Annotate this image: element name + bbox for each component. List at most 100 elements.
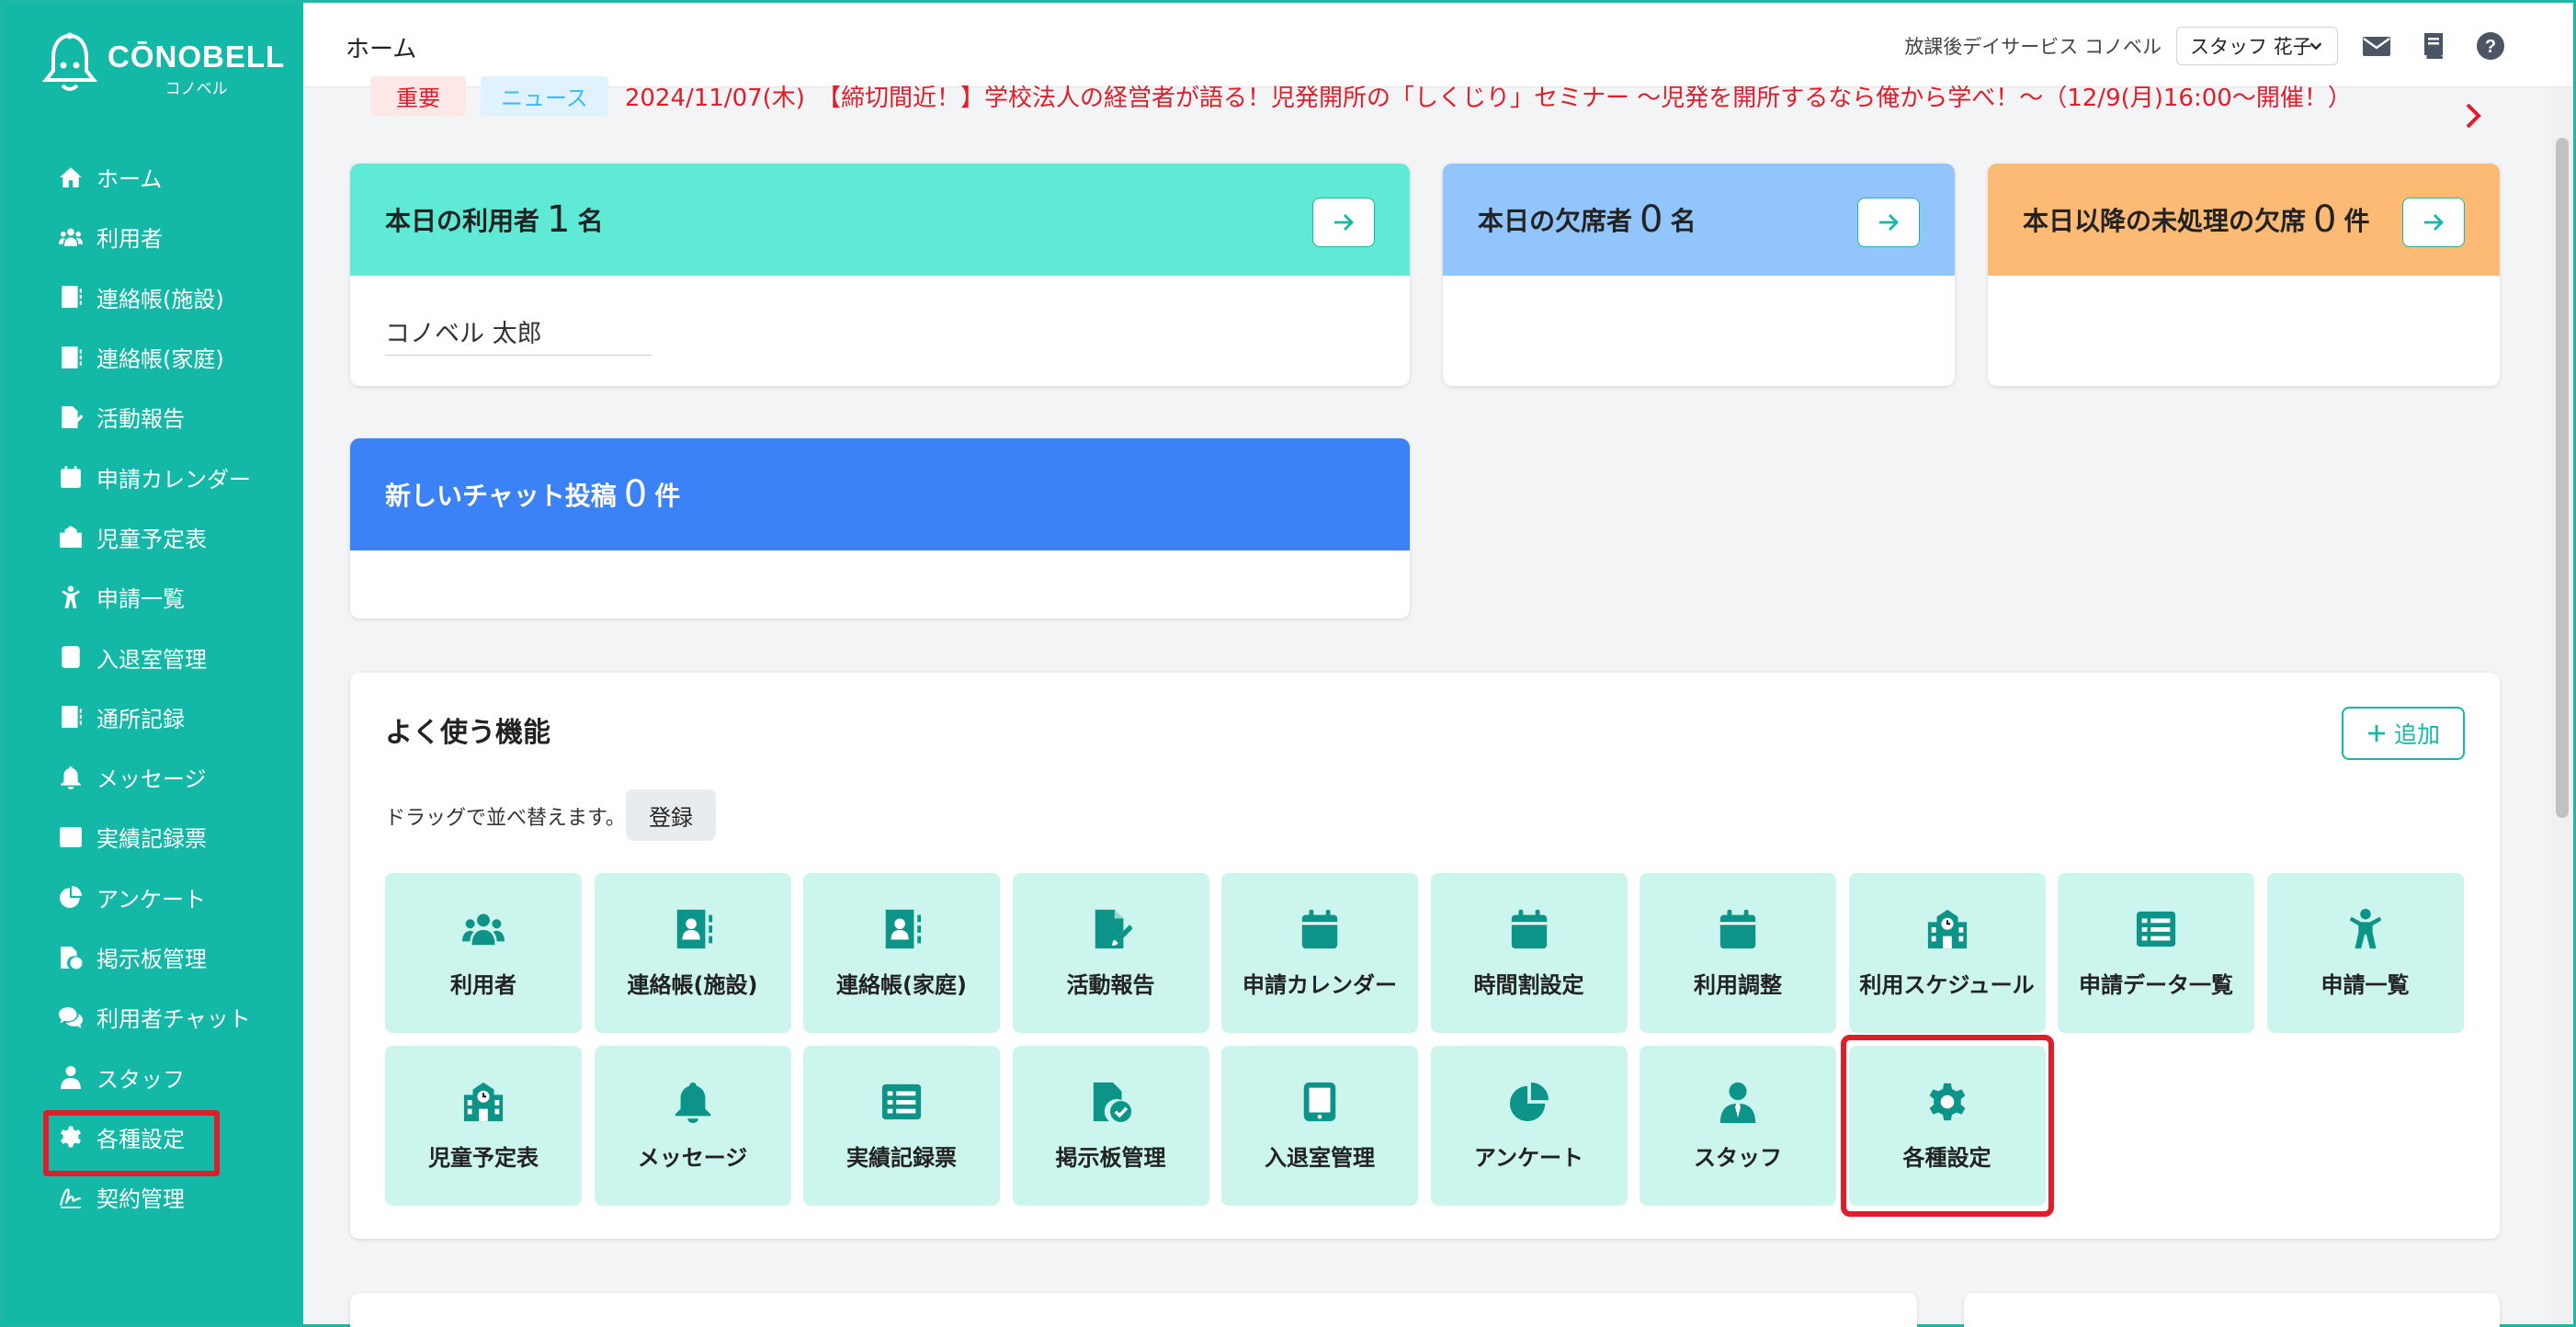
favorite-tile-label: 連絡帳(施設) [627, 971, 758, 998]
sidebar-item-12[interactable]: アンケート [3, 868, 303, 927]
calendar-icon [61, 466, 81, 489]
calendar-icon [1511, 909, 1547, 948]
staff-select-value: スタッフ 花子 [2190, 36, 2312, 58]
sidebar-item-label: 通所記録 [96, 706, 185, 732]
sidebar-item-1[interactable]: 利用者 [3, 207, 303, 267]
sidebar: CŌNOBELL コノベル ホーム 利用者 連絡帳(施設) 連絡帳(家庭) 活動報告申請… [3, 3, 303, 1324]
calendar-icon [1301, 909, 1338, 948]
users-icon [59, 228, 83, 246]
contact-book-icon [62, 706, 82, 729]
sidebar-item-icon [58, 1185, 84, 1210]
favorite-tile[interactable]: 児童予定表 [385, 1046, 582, 1206]
arrow-right-icon [1334, 214, 1354, 231]
today-absent-label: 本日の欠席者 [1478, 206, 1633, 236]
sidebar-item-label: 児童予定表 [96, 526, 207, 552]
favorite-tile[interactable]: 利用者 [385, 873, 582, 1033]
today-users-arrow-button[interactable] [1312, 198, 1375, 247]
news-ticker[interactable]: 重要 ニュース 2024/11/07(木) 【締切間近！】学校法人の経営者が語る… [370, 75, 2352, 116]
add-favorite-label: 追加 [2393, 721, 2440, 748]
sidebar-item-17[interactable]: 契約管理 [3, 1167, 303, 1227]
favorite-tile[interactable]: 申請カレンダー [1221, 873, 1418, 1033]
favorite-tile[interactable]: 申請データ一覧 [2058, 873, 2254, 1033]
favorite-tile[interactable]: 連絡帳(家庭) [803, 873, 1000, 1033]
new-chat-header[interactable]: 新しいチャット投稿 0 件 [350, 438, 1410, 550]
sidebar-item-label: 入退室管理 [96, 646, 207, 673]
today-absent-arrow-button[interactable] [1857, 198, 1920, 247]
new-chat-card: 新しいチャット投稿 0 件 [350, 438, 1410, 618]
pending-absent-card: 本日以降の未処理の欠席 0 件 [1988, 164, 2500, 386]
sidebar-item-0[interactable]: ホーム [3, 147, 303, 207]
important-badge: 重要 [370, 75, 466, 116]
users-icon [462, 913, 505, 945]
favorite-tile[interactable]: メッセージ [594, 1046, 791, 1206]
chevron-right-icon[interactable] [2461, 100, 2485, 131]
signature-icon [60, 1187, 81, 1208]
sidebar-item-4[interactable]: 活動報告 [3, 387, 303, 447]
sidebar-item-7[interactable]: 申請一覧 [3, 567, 303, 627]
favorite-tile-label: 申請データ一覧 [2079, 971, 2233, 998]
new-chat-unit: 件 [654, 481, 681, 511]
favorites-title: よく使う機能 [385, 717, 550, 749]
sidebar-item-3[interactable]: 連絡帳(家庭) [3, 327, 303, 387]
add-favorite-button[interactable]: 追加 [2342, 707, 2465, 760]
sidebar-item-6[interactable]: 児童予定表 [3, 507, 303, 567]
scrollbar-thumb[interactable] [2556, 138, 2569, 818]
favorite-tile[interactable]: 連絡帳(施設) [594, 873, 791, 1033]
favorite-tile[interactable]: 申請一覧 [2266, 873, 2464, 1033]
page-scrollbar[interactable] [2551, 87, 2573, 1324]
favorite-tile-label: 入退室管理 [1265, 1144, 1375, 1171]
pending-absent-arrow-button[interactable] [2402, 198, 2465, 247]
today-users-label: 本日の利用者 [385, 206, 540, 236]
favorite-tile[interactable]: 利用調整 [1640, 873, 1836, 1033]
sidebar-item-10[interactable]: メッセージ [3, 747, 303, 807]
new-chat-label: 新しいチャット投稿 [385, 481, 617, 511]
sidebar-item-label: アンケート [96, 886, 207, 913]
sidebar-item-icon [58, 644, 84, 670]
brand-sub: コノベル [165, 80, 228, 98]
favorite-tile-label: メッセージ [637, 1144, 748, 1171]
register-button[interactable]: 登録 [626, 789, 716, 841]
help-icon[interactable]: ? [2472, 28, 2509, 64]
mail-icon[interactable] [2358, 28, 2395, 64]
favorite-tile[interactable]: 掲示板管理 [1012, 1046, 1209, 1206]
today-absent-header: 本日の欠席者 0 名 [1443, 164, 1955, 276]
favorite-tile[interactable]: 入退室管理 [1221, 1046, 1418, 1206]
sidebar-item-5[interactable]: 申請カレンダー [3, 447, 303, 506]
brand-logo[interactable]: CŌNOBELL コノベル [41, 32, 285, 98]
tile-highlight-frame [1840, 1035, 2054, 1217]
staff-select[interactable]: スタッフ 花子 [2176, 27, 2338, 65]
manual-book-icon[interactable] [2415, 28, 2452, 64]
sidebar-item-icon [58, 404, 84, 430]
sidebar-item-8[interactable]: 入退室管理 [3, 627, 303, 686]
favorite-tile[interactable]: 時間割設定 [1430, 873, 1628, 1033]
today-absent-unit: 名 [1670, 206, 1697, 236]
news-text[interactable]: 2024/11/07(木) 【締切間近！】学校法人の経営者が語る！児発開所の「し… [625, 79, 2352, 113]
bell-icon [61, 766, 81, 789]
pie-chart-icon [1509, 1082, 1549, 1121]
pending-absent-unit: 件 [2343, 206, 2370, 236]
sidebar-item-label: 申請カレンダー [96, 466, 251, 493]
sidebar-item-15[interactable]: スタッフ [3, 1047, 303, 1106]
sidebar-item-14[interactable]: 利用者チャット [3, 987, 303, 1047]
chevron-down-icon [2309, 42, 2322, 51]
favorite-tile[interactable]: 利用スケジュール [1848, 873, 2046, 1033]
pending-absent-header: 本日以降の未処理の欠席 0 件 [1988, 164, 2500, 276]
sidebar-item-2[interactable]: 連絡帳(施設) [3, 267, 303, 327]
favorite-tile[interactable]: スタッフ [1640, 1046, 1836, 1206]
favorite-tile[interactable]: 実績記録票 [803, 1046, 1000, 1206]
favorite-tile-label: スタッフ [1694, 1144, 1782, 1171]
pie-chart-icon [60, 886, 82, 909]
tablet-icon [62, 646, 80, 668]
chat-icon [59, 1006, 83, 1028]
favorite-tile[interactable]: アンケート [1430, 1046, 1628, 1206]
sidebar-item-icon [58, 524, 84, 550]
favorite-tile[interactable]: 活動報告 [1012, 873, 1209, 1033]
sidebar-item-16[interactable]: 各種設定 [3, 1107, 303, 1177]
sidebar-item-13[interactable]: 掲示板管理 [3, 927, 303, 987]
sidebar-item-9[interactable]: 通所記録 [3, 687, 303, 747]
arrow-right-icon [2424, 214, 2444, 231]
today-user-name[interactable]: コノベル 太郎 [385, 313, 652, 356]
sidebar-item-11[interactable]: 実績記録票 [3, 807, 303, 867]
sidebar-item-icon [58, 284, 84, 310]
contact-book-icon [62, 346, 82, 369]
